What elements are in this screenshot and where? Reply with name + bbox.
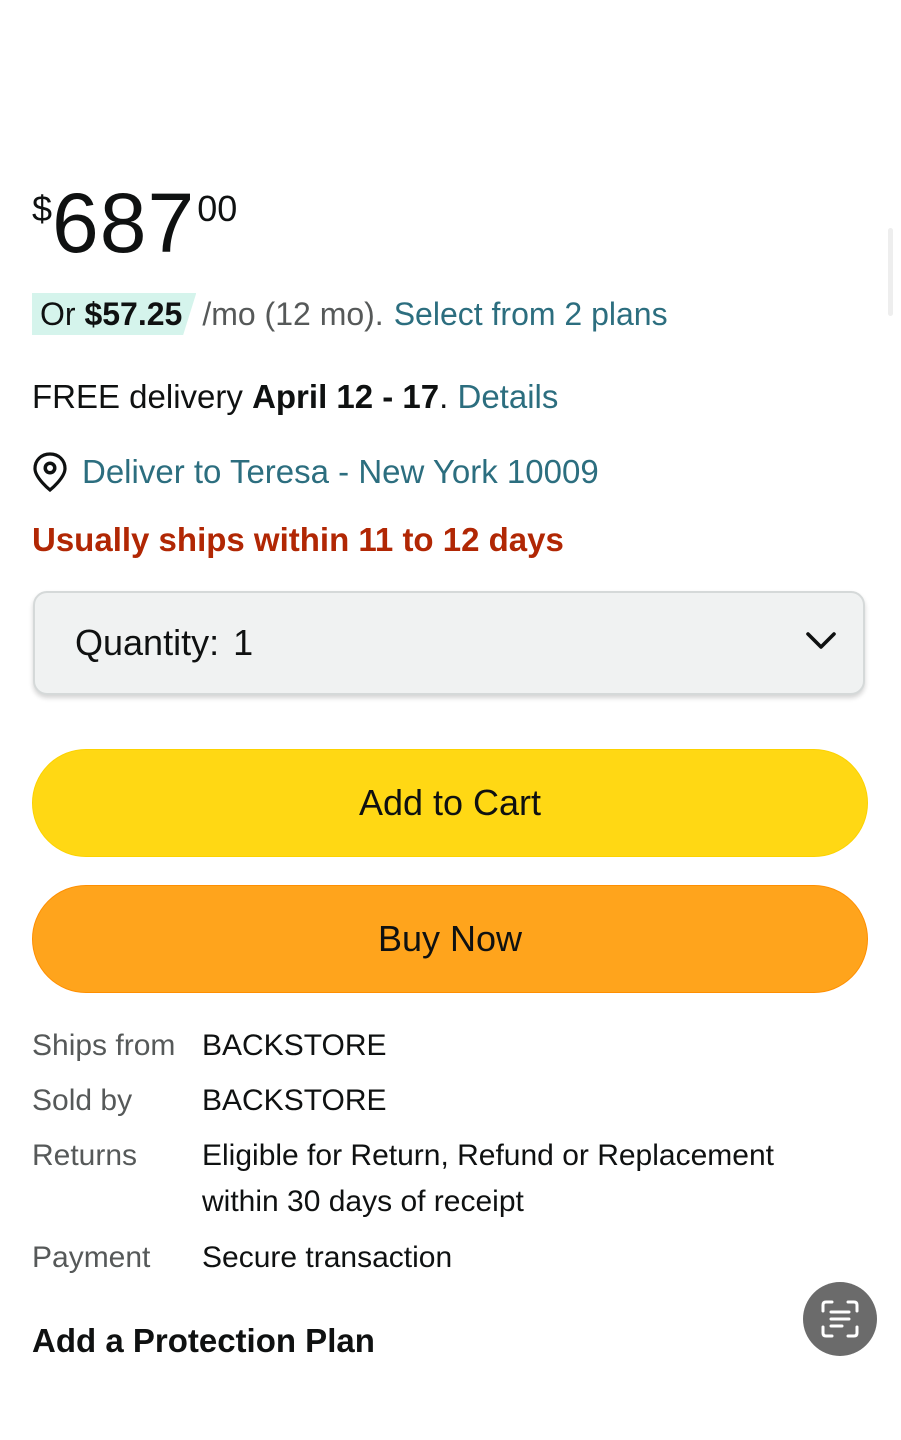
delivery-details-link[interactable]: Details bbox=[457, 378, 558, 415]
delivery-separator: . bbox=[439, 378, 449, 415]
protection-plan-heading: Add a Protection Plan bbox=[32, 1322, 375, 1359]
returns-policy-link[interactable]: Eligible for Return, Refund or Replaceme… bbox=[202, 1133, 822, 1235]
deliver-to-address[interactable]: Deliver to Teresa - New York 10009 bbox=[32, 450, 599, 494]
returns-line-1: Eligible for Return, Refund or Replaceme… bbox=[202, 1139, 774, 1172]
ships-within-notice: Usually ships within 11 to 12 days bbox=[32, 521, 564, 558]
sold-by-row: Sold by BACKSTORE bbox=[32, 1078, 822, 1133]
installment-term: /mo (12 mo). bbox=[202, 296, 384, 332]
ships-from-label: Ships from bbox=[32, 1029, 176, 1062]
scroll-indicator[interactable] bbox=[888, 228, 893, 316]
ships-from-row: Ships from BACKSTORE bbox=[32, 1023, 822, 1078]
chevron-down-icon bbox=[806, 632, 836, 649]
quantity-label: Quantity: bbox=[75, 622, 220, 663]
delivery-dates: April 12 - 17 bbox=[252, 378, 440, 415]
price-whole: 687 bbox=[52, 176, 196, 270]
delivery-prefix: FREE delivery bbox=[32, 378, 243, 415]
price-fraction: 00 bbox=[197, 188, 238, 229]
installment-offer: Or $57.25 /mo (12 mo). Select from 2 pla… bbox=[32, 293, 668, 335]
price-symbol: $ bbox=[32, 188, 53, 229]
price: $ 687 00 bbox=[32, 178, 237, 268]
returns-line-2: within 30 days of receipt bbox=[202, 1185, 524, 1218]
delivery-info: FREE delivery April 12 - 17. Details bbox=[32, 376, 558, 418]
payment-label: Payment bbox=[32, 1241, 151, 1274]
sold-by-label: Sold by bbox=[32, 1084, 133, 1117]
seller-info: Ships from BACKSTORE Sold by BACKSTORE R… bbox=[32, 1023, 822, 1281]
scan-text-button[interactable] bbox=[803, 1282, 877, 1356]
installment-prefix: Or bbox=[40, 296, 76, 332]
add-to-cart-button[interactable]: Add to Cart bbox=[32, 749, 868, 857]
product-buy-box: $ 687 00 Or $57.25 /mo (12 mo). Select f… bbox=[0, 0, 901, 1440]
payment-row: Payment Secure transaction bbox=[32, 1235, 822, 1281]
secure-transaction-link[interactable]: Secure transaction bbox=[202, 1235, 452, 1281]
returns-label: Returns bbox=[32, 1139, 138, 1172]
location-pin-icon bbox=[33, 452, 67, 492]
ships-from-value: BACKSTORE bbox=[202, 1029, 387, 1062]
installment-amount: $57.25 bbox=[84, 296, 183, 332]
returns-row: Returns Eligible for Return, Refund or R… bbox=[32, 1133, 822, 1235]
seller-link[interactable]: BACKSTORE bbox=[202, 1078, 387, 1133]
installment-highlight: Or $57.25 bbox=[32, 293, 197, 335]
select-plans-link[interactable]: Select from 2 plans bbox=[394, 293, 668, 335]
deliver-to-text[interactable]: Deliver to Teresa - New York 10009 bbox=[82, 450, 599, 494]
quantity-select[interactable]: Quantity: 1 bbox=[33, 591, 865, 695]
buy-now-button[interactable]: Buy Now bbox=[32, 885, 868, 993]
quantity-value: 1 bbox=[233, 622, 254, 663]
scan-text-icon bbox=[821, 1300, 859, 1338]
